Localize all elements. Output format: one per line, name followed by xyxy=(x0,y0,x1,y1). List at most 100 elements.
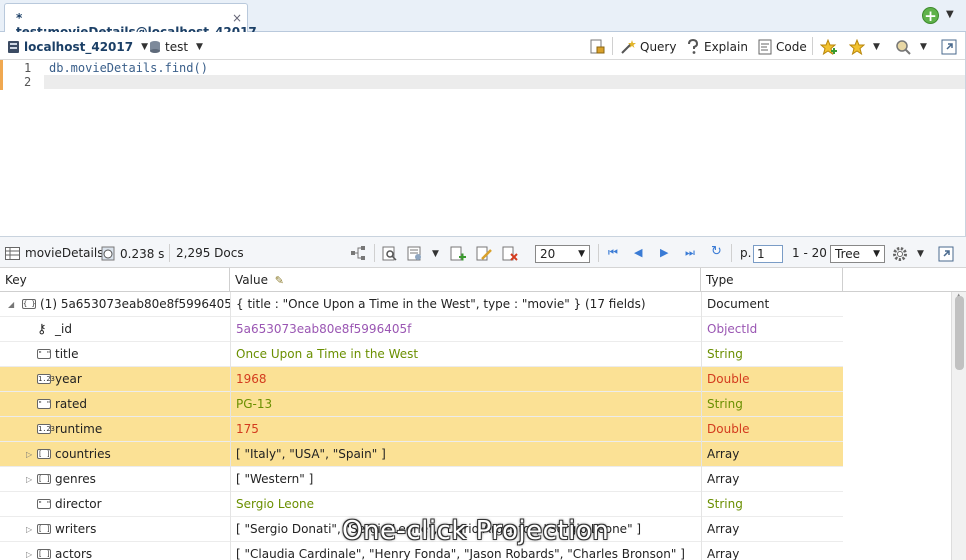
column-header-key[interactable]: Key xyxy=(0,268,230,292)
key-cell[interactable]: ▷ [ ] actors xyxy=(0,542,230,560)
column-header-type[interactable]: Type xyxy=(701,268,843,292)
history-button[interactable]: ▼ xyxy=(895,38,927,56)
key-cell[interactable]: ▷ [ ] writers xyxy=(0,517,230,542)
type-cell: String xyxy=(701,342,843,367)
key-cell[interactable]: " " title xyxy=(0,342,230,367)
refresh-icon[interactable]: ↻ xyxy=(711,244,722,259)
query-tab[interactable]: * test:movieDetails@localhost_42017 × xyxy=(4,3,257,39)
next-page-icon[interactable]: ▶ xyxy=(660,246,668,259)
page-size-select[interactable]: 20 ▼ xyxy=(535,245,590,263)
shell-options-button[interactable] xyxy=(589,38,605,56)
collection-info: movieDetails xyxy=(5,246,103,260)
edit-document-icon xyxy=(476,246,492,261)
key-cell[interactable]: " " rated xyxy=(0,392,230,417)
table-row[interactable]: " " director Sergio Leone String xyxy=(0,492,843,517)
stopwatch-icon xyxy=(101,246,115,261)
table-row[interactable]: " " title Once Upon a Time in the West Stri… xyxy=(0,342,843,367)
delete-document-icon xyxy=(502,246,518,261)
table-row[interactable]: 1.23 runtime 175 Double xyxy=(0,417,843,442)
table-row[interactable]: ◢ { } (1) 5a653073eab80e8f5996405f{ title … xyxy=(0,292,843,317)
table-row[interactable]: ▷ [ ] genres [ "Western" ] Array xyxy=(0,467,843,492)
connection-toolbar: localhost_42017 ▼ test ▼ Query Explain C… xyxy=(0,32,966,60)
value-cell[interactable]: [ "Western" ] xyxy=(230,467,701,492)
table-row[interactable]: ▷ [ ] countries [ "Italy", "USA", "Spain" ]… xyxy=(0,442,843,467)
first-page-icon[interactable]: ⏮ xyxy=(608,246,618,260)
results-grid-header: Key Value ✎ Type xyxy=(0,268,966,292)
tab-bar: * test:movieDetails@localhost_42017 × + … xyxy=(0,0,966,39)
previous-page-icon[interactable]: ◀ xyxy=(634,246,642,259)
toolbar-divider xyxy=(731,244,732,262)
database-selector[interactable]: test ▼ xyxy=(149,38,203,56)
type-cell: String xyxy=(701,392,843,417)
query-editor[interactable]: 1 db.movieDetails.find() 2 xyxy=(0,60,966,236)
field-name: actors xyxy=(55,547,93,560)
field-name: genres xyxy=(55,472,96,486)
tab-menu-chevron-icon[interactable]: ▼ xyxy=(946,9,954,20)
expand-toggle-icon[interactable]: ◢ xyxy=(8,292,14,317)
add-document-button[interactable] xyxy=(450,246,466,262)
type-cell: String xyxy=(701,492,843,517)
query-button[interactable]: Query xyxy=(620,38,676,56)
chevron-down-icon: ▼ xyxy=(873,249,880,259)
favorites-button[interactable]: ▼ xyxy=(849,38,880,56)
view-mode-select[interactable]: Tree ▼ xyxy=(830,245,885,263)
key-cell[interactable]: " " director xyxy=(0,492,230,517)
schema-icon xyxy=(351,246,365,260)
schema-button[interactable] xyxy=(351,246,366,260)
expand-toggle-icon[interactable]: ▷ xyxy=(26,442,32,467)
add-favorite-button[interactable] xyxy=(820,38,837,56)
value-cell[interactable]: Sergio Leone xyxy=(230,492,701,517)
key-cell[interactable]: ⚷ _id xyxy=(0,317,230,342)
query-label: Query xyxy=(640,40,677,54)
find-button[interactable] xyxy=(382,246,397,261)
code-line[interactable]: db.movieDetails.find() xyxy=(49,61,208,75)
table-row[interactable]: " " rated PG-13 String xyxy=(0,392,843,417)
string-icon: " " xyxy=(37,399,51,409)
explain-button[interactable]: Explain xyxy=(686,38,748,56)
edit-document-button[interactable] xyxy=(476,246,492,262)
add-tab-icon[interactable]: + xyxy=(922,7,939,24)
value-cell[interactable]: [ "Italy", "USA", "Spain" ] xyxy=(230,442,701,467)
column-header-value-label: Value xyxy=(235,273,268,287)
code-label: Code xyxy=(776,40,807,54)
doc-count: 2,295 Docs xyxy=(176,246,244,260)
key-cell[interactable]: 1.23 runtime xyxy=(0,417,230,442)
value-cell[interactable]: Once Upon a Time in the West xyxy=(230,342,701,367)
query-time-value: 0.238 s xyxy=(120,246,165,261)
value-cell[interactable]: 1968 xyxy=(230,367,701,392)
maximize-editor-button[interactable] xyxy=(941,38,957,56)
key-cell[interactable]: ▷ [ ] genres xyxy=(0,467,230,492)
key-cell[interactable]: 1.23 year xyxy=(0,367,230,392)
last-page-icon[interactable]: ⏭ xyxy=(685,246,695,260)
number-icon: 1.23 xyxy=(37,424,55,434)
scrollbar-thumb[interactable] xyxy=(955,296,964,370)
expand-toggle-icon[interactable]: ▷ xyxy=(26,467,32,492)
value-cell[interactable]: 175 xyxy=(230,417,701,442)
value-cell[interactable]: 5a653073eab80e8f5996405f xyxy=(230,317,701,342)
view-options-button[interactable]: ▼ xyxy=(407,246,439,261)
string-icon: " " xyxy=(37,349,51,359)
code-button[interactable]: Code xyxy=(758,38,807,56)
table-row[interactable]: ⚷ _id 5a653073eab80e8f5996405f ObjectId xyxy=(0,317,843,342)
active-line-highlight xyxy=(44,75,966,89)
table-row[interactable]: 1.23 year 1968 Double xyxy=(0,367,843,392)
number-icon: 1.23 xyxy=(37,374,55,384)
value-cell[interactable]: PG-13 xyxy=(230,392,701,417)
column-header-value[interactable]: Value ✎ xyxy=(230,268,701,292)
expand-toggle-icon[interactable]: ▷ xyxy=(26,542,32,560)
page-number-input[interactable]: 1 xyxy=(753,245,783,263)
value-cell[interactable]: { title : "Once Upon a Time in the West"… xyxy=(230,292,701,317)
results-scrollbar[interactable]: ▲ xyxy=(951,292,966,560)
field-name: countries xyxy=(55,447,111,461)
array-icon: [ ] xyxy=(37,474,51,484)
result-settings-button[interactable]: ▼ xyxy=(892,246,924,262)
connection-selector[interactable]: localhost_42017 ▼ xyxy=(7,38,148,56)
table-icon xyxy=(5,246,20,260)
key-cell[interactable]: ◢ { } (1) 5a653073eab80e8f5996405f xyxy=(0,292,230,317)
expand-toggle-icon[interactable]: ▷ xyxy=(26,517,32,542)
key-cell[interactable]: ▷ [ ] countries xyxy=(0,442,230,467)
delete-document-button[interactable] xyxy=(502,246,518,262)
maximize-results-button[interactable] xyxy=(938,246,954,262)
toolbar-divider xyxy=(598,244,599,262)
close-tab-icon[interactable]: × xyxy=(232,11,242,25)
